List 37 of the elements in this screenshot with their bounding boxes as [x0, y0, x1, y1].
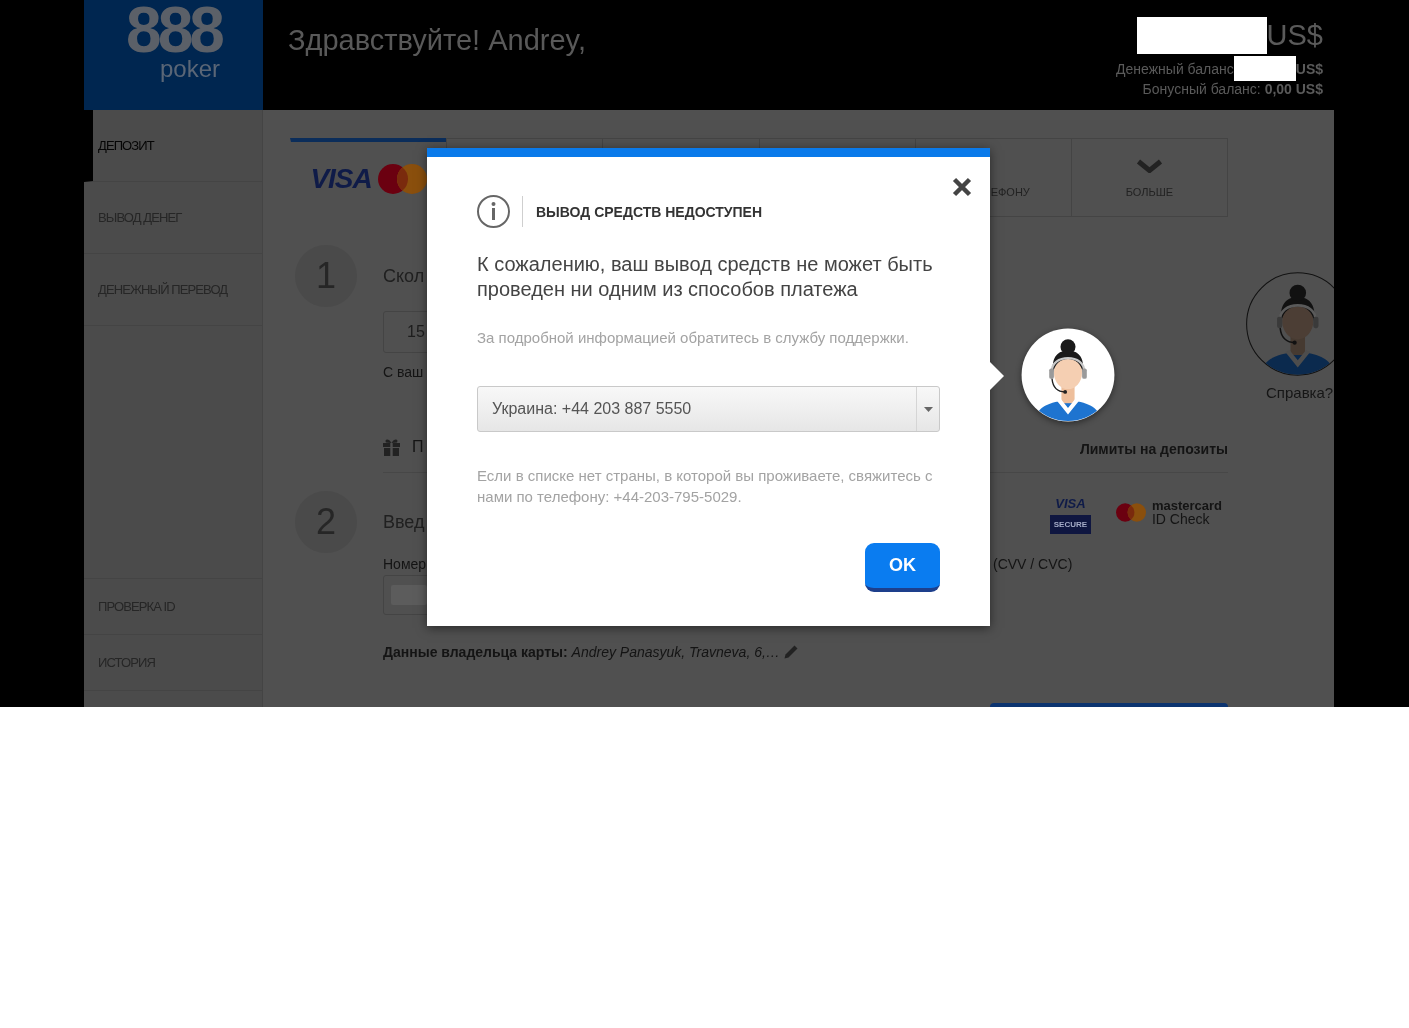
- mastercard-circles-icon: [1115, 503, 1146, 522]
- close-button[interactable]: [952, 177, 972, 197]
- country-select[interactable]: Украина: +44 203 887 5550: [477, 386, 940, 432]
- logo-mark: 888: [126, 2, 221, 58]
- mastercard-logo-text: mastercard: [1151, 499, 1222, 512]
- footer-note: Если в списке нет страны, в которой вы проживаете, свяжитесь с нами по телефону: +44-203-795-5029.: [477, 466, 934, 507]
- gift-icon: [383, 438, 400, 456]
- card-holder-details: Данные владельца карты: Andrey Panasyuk, Travneva, 6,…: [383, 644, 780, 660]
- greeting: Здравствуйте! Andrey,: [288, 23, 586, 57]
- balance-label: Денежный баланс: [1116, 60, 1234, 77]
- bonus-balance: Бонусный баланс: 0,00 US$: [1142, 81, 1323, 97]
- total-currency: US$: [1266, 18, 1323, 53]
- close-icon: [952, 177, 972, 197]
- mastercard-circles-icon: [377, 164, 427, 194]
- pencil-icon[interactable]: [783, 645, 798, 659]
- info-icon: [477, 195, 510, 228]
- secure-label: SECURE: [1049, 515, 1091, 534]
- support-agent-icon: [1021, 328, 1115, 422]
- card-placeholder-icon: [391, 585, 427, 605]
- visa-logo: VISA: [1054, 494, 1087, 513]
- field-label: (CVV / CVC): [993, 556, 1073, 572]
- dialog-title: ВЫВОД СРЕДСТВ НЕДОСТУПЕН: [536, 203, 763, 220]
- support-note: За подробной информацией обратитесь в службу поддержки.: [477, 329, 910, 347]
- deposit-limits-link[interactable]: Лимиты на депозиты: [1079, 441, 1228, 457]
- dialog-message: К сожалению, ваш вывод средств не может быть проведен ни одним из способов платежа: [477, 252, 934, 302]
- field-label: Номер: [383, 556, 427, 572]
- promo-text: П: [412, 437, 424, 457]
- logo-wordmark: poker: [159, 57, 220, 81]
- balance-currency: US$: [1295, 60, 1323, 77]
- visa-logo: VISA: [310, 165, 372, 193]
- ok-button[interactable]: OK: [865, 543, 940, 592]
- caret-icon: [923, 406, 933, 412]
- amount-hint: С ваш: [383, 363, 424, 381]
- chevron-down-icon: [1135, 159, 1163, 173]
- id-check-text: ID Check: [1151, 512, 1211, 526]
- help-button[interactable]: Справка?: [1246, 272, 1334, 402]
- logo[interactable]: 888 poker: [84, 0, 263, 110]
